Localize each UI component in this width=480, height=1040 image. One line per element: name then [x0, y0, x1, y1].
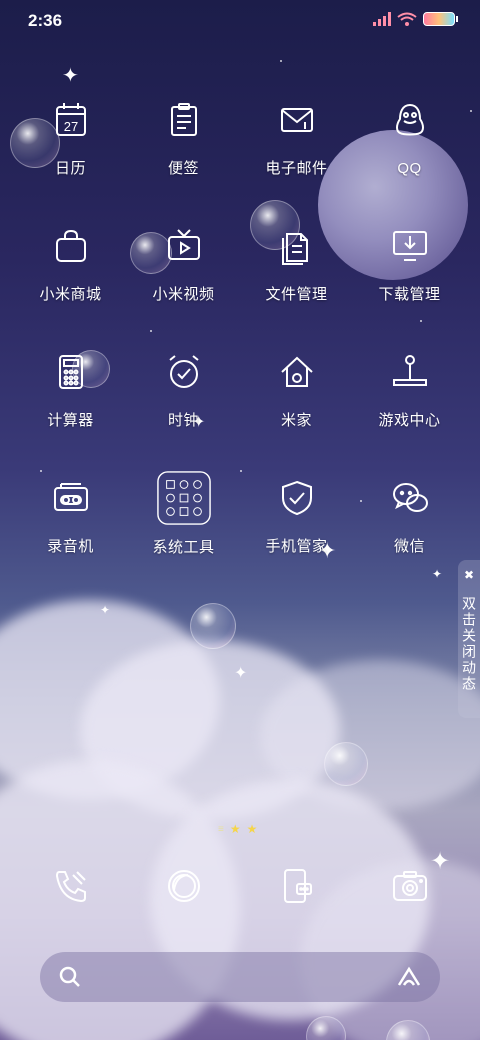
app-label: 录音机: [47, 538, 94, 555]
app-wechat[interactable]: 微信: [353, 468, 466, 556]
app-label: 时钟: [167, 412, 199, 429]
page-indicator-star: ★: [246, 822, 258, 836]
app-mi-store[interactable]: 小米商城: [14, 216, 127, 304]
download-monitor-icon: [387, 224, 433, 267]
app-label: 计算器: [47, 412, 94, 429]
dock-messages[interactable]: [240, 866, 353, 906]
close-icon[interactable]: ✖: [464, 568, 474, 582]
app-download-manager[interactable]: 下载管理: [353, 216, 466, 304]
battery-icon: [423, 12, 455, 26]
files-icon: [274, 224, 320, 267]
tv-play-icon: [161, 224, 207, 267]
app-label: 米家: [280, 412, 312, 429]
side-tab-label: 双击关闭动态: [461, 596, 477, 692]
app-email[interactable]: 电子邮件: [240, 90, 353, 178]
browser-circle-icon: [167, 870, 200, 902]
app-mi-home[interactable]: 米家: [240, 342, 353, 430]
app-security[interactable]: 手机管家: [240, 468, 353, 556]
shield-check-icon: [274, 476, 320, 519]
dock-phone[interactable]: [14, 866, 127, 906]
app-grid: 27 日历 便签 电子邮件 QQ 小米商城 小米视频 文件管理 下载管理 计算器…: [14, 90, 466, 556]
smart-home-icon: [274, 350, 320, 393]
cassette-recorder-icon: [48, 476, 94, 519]
page-indicator[interactable]: ≡ ★ ★: [218, 822, 257, 836]
app-recorder[interactable]: 录音机: [14, 468, 127, 556]
wechat-icon: [387, 476, 433, 519]
app-game-center[interactable]: 游戏中心: [353, 342, 466, 430]
calendar-date: 27: [63, 119, 77, 134]
signal-icon: [373, 12, 391, 26]
search-input[interactable]: [94, 968, 384, 986]
app-label: 下载管理: [378, 286, 441, 303]
app-file-manager[interactable]: 文件管理: [240, 216, 353, 304]
live-wallpaper-toggle[interactable]: ✖ 双击关闭动态: [458, 560, 480, 718]
phone-icon: [55, 871, 86, 903]
app-label: 小米视频: [152, 286, 215, 303]
app-calculator[interactable]: 计算器: [14, 342, 127, 430]
calendar-icon: 27: [48, 98, 94, 141]
battery-tip: [456, 16, 458, 22]
status-icons: [373, 12, 458, 26]
app-label: 微信: [393, 538, 425, 555]
app-label: 文件管理: [265, 286, 328, 303]
app-system-tools[interactable]: 系统工具: [127, 468, 240, 556]
app-label: 便签: [167, 160, 199, 177]
search-icon[interactable]: [58, 965, 82, 989]
app-calendar[interactable]: 27 日历: [14, 90, 127, 178]
dock-browser[interactable]: [127, 866, 240, 906]
notes-icon: [161, 98, 207, 141]
search-bar[interactable]: [40, 952, 440, 1002]
app-notes[interactable]: 便签: [127, 90, 240, 178]
calculator-icon: [48, 350, 94, 393]
app-label: 手机管家: [265, 538, 328, 555]
status-time: 2:36: [28, 11, 63, 30]
alarm-clock-icon: [161, 350, 207, 393]
app-label: 系统工具: [152, 539, 215, 556]
wifi-icon: [397, 12, 417, 26]
app-label: 日历: [54, 160, 86, 177]
app-label: 游戏中心: [378, 412, 441, 429]
dock: [14, 866, 466, 906]
app-qq[interactable]: QQ: [353, 90, 466, 178]
status-bar: 2:36: [0, 0, 480, 40]
page-indicator-star: ★: [229, 822, 241, 836]
messages-icon: [283, 869, 312, 903]
app-label: QQ: [397, 160, 422, 177]
joystick-icon: [387, 350, 433, 393]
qq-penguin-icon: [387, 98, 433, 144]
assistant-icon[interactable]: [396, 965, 422, 989]
email-icon: [274, 98, 320, 141]
dock-camera[interactable]: [353, 866, 466, 906]
app-label: 小米商城: [39, 286, 102, 303]
tools-folder-icon: [155, 470, 213, 526]
camera-icon: [392, 871, 427, 901]
app-clock[interactable]: 时钟: [127, 342, 240, 430]
page-indicator-lines: ≡: [218, 823, 224, 835]
app-label: 电子邮件: [265, 160, 328, 177]
shopping-bag-icon: [48, 224, 94, 267]
app-mi-video[interactable]: 小米视频: [127, 216, 240, 304]
